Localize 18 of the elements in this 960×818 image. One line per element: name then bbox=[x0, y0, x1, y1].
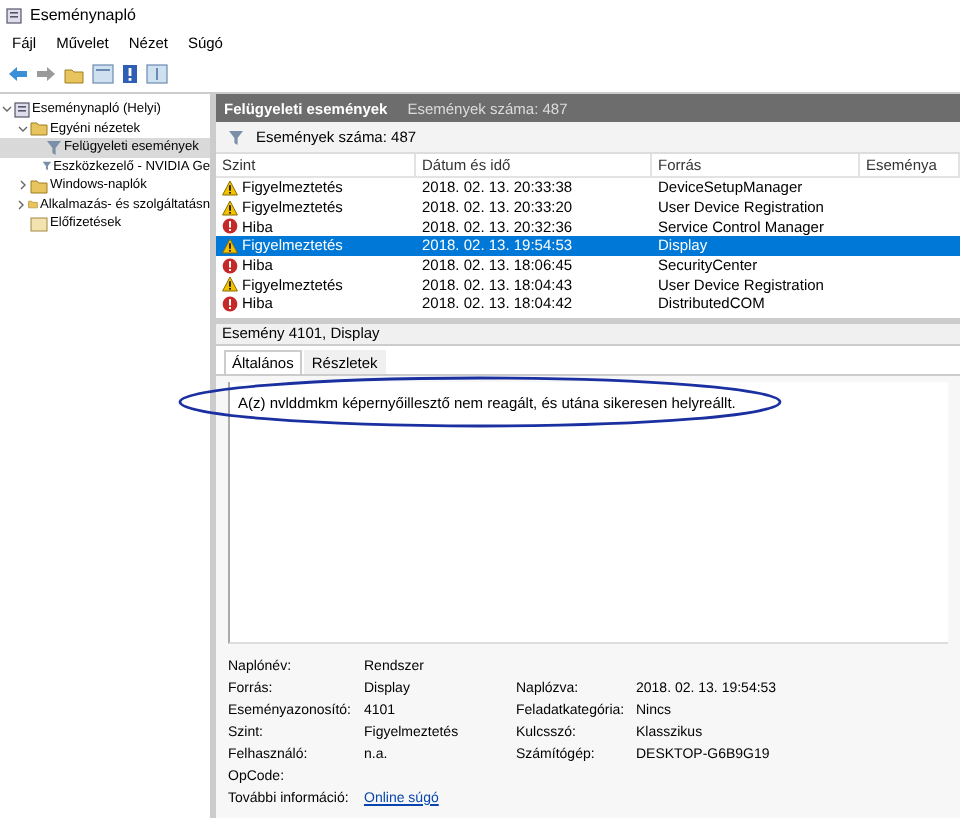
warning-icon bbox=[222, 179, 238, 196]
warning-icon bbox=[222, 276, 238, 293]
subscription-icon bbox=[30, 215, 48, 232]
log-icon bbox=[6, 7, 22, 23]
error-icon bbox=[222, 257, 238, 274]
selected-row-highlight bbox=[860, 236, 960, 256]
panel-icon[interactable] bbox=[92, 64, 114, 84]
log-icon bbox=[14, 101, 30, 118]
forward-arrow-icon[interactable] bbox=[36, 66, 56, 82]
help-icon[interactable] bbox=[122, 64, 138, 84]
warning-icon bbox=[222, 199, 238, 216]
filter-icon bbox=[228, 129, 244, 145]
error-icon bbox=[222, 295, 238, 312]
warning-icon bbox=[222, 237, 238, 254]
panel-icon[interactable] bbox=[146, 64, 168, 84]
back-arrow-icon[interactable] bbox=[8, 66, 28, 82]
error-icon bbox=[222, 218, 238, 235]
window-title: Eseménynapló bbox=[30, 6, 136, 24]
